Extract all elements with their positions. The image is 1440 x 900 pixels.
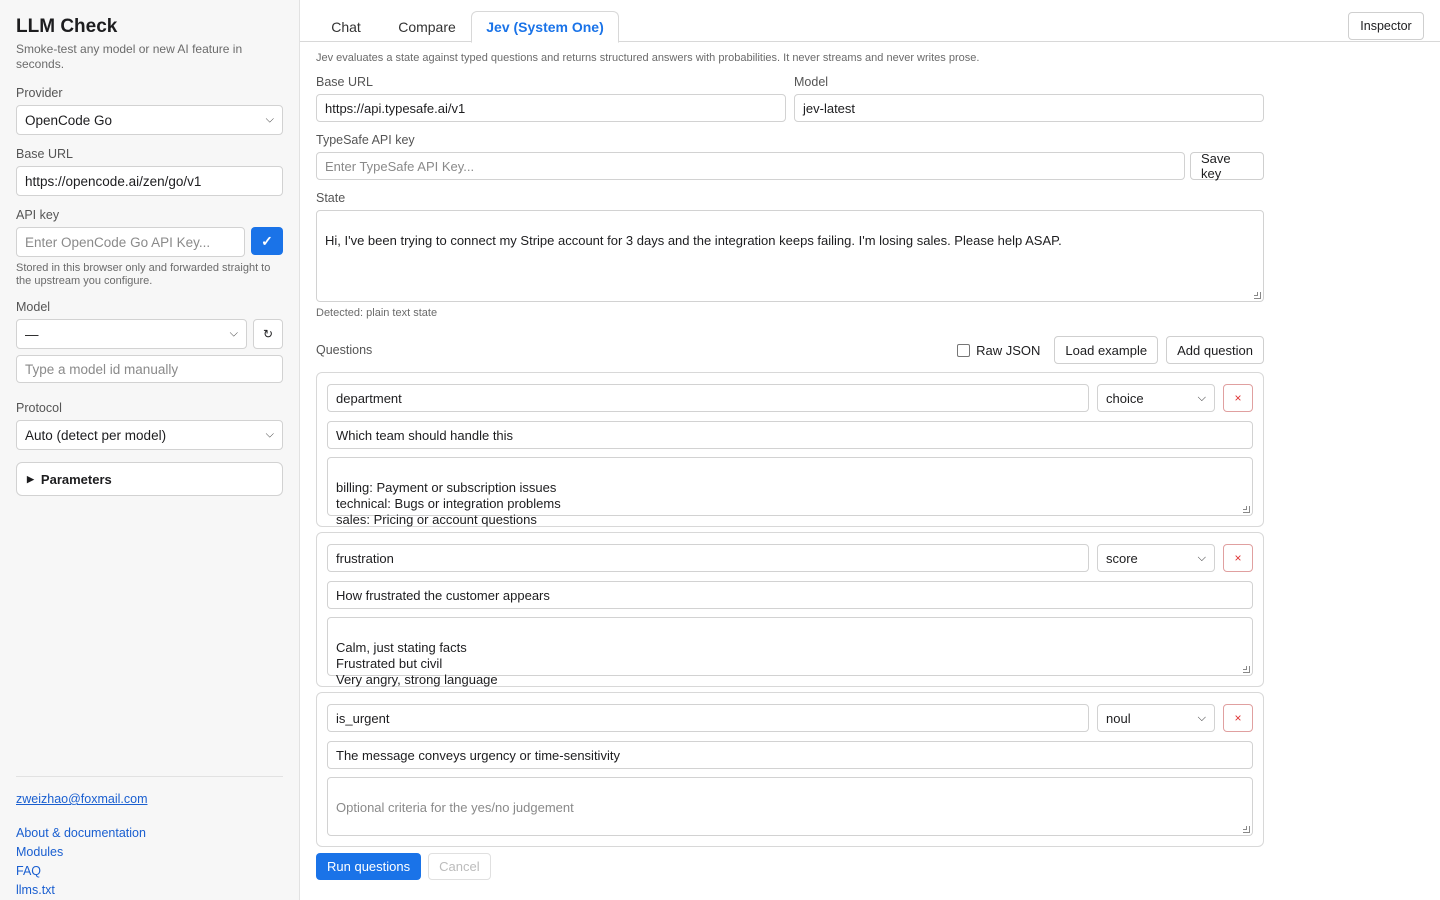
run-questions-button[interactable]: Run questions: [316, 853, 422, 880]
close-icon: ×: [1234, 391, 1242, 405]
base-url-label: Base URL: [16, 147, 73, 161]
chevron-down-icon: ⌵: [265, 113, 274, 126]
resize-handle-icon[interactable]: [1254, 292, 1261, 299]
protocol-value: Auto (detect per model): [25, 427, 167, 443]
tab-compare[interactable]: Compare: [380, 11, 474, 42]
questions-header: Questions Raw JSON Load example Add ques…: [316, 336, 1264, 364]
app-subtitle: Smoke-test any model or new AI feature i…: [16, 42, 243, 71]
tab-jev[interactable]: Jev (System One): [471, 11, 619, 43]
sidebar: LLM Check Smoke-test any model or new AI…: [0, 0, 300, 900]
chevron-down-icon: ⌵: [229, 327, 238, 340]
jev-base-url-label: Base URL: [316, 75, 373, 89]
question-detail-textarea[interactable]: Optional criteria for the yes/no judgeme…: [327, 777, 1253, 836]
question-key-input[interactable]: is_urgent: [327, 704, 1089, 732]
provider-select[interactable]: OpenCode Go ⌵: [16, 105, 283, 135]
modules-link[interactable]: Modules: [16, 845, 283, 860]
triangle-right-icon: ▶: [27, 473, 34, 484]
state-text: Hi, I've been trying to connect my Strip…: [325, 233, 1062, 248]
app-title: LLM Check: [16, 16, 118, 37]
question-type-value: score: [1106, 550, 1138, 566]
typesafe-key-input[interactable]: Enter TypeSafe API Key...: [316, 152, 1185, 180]
question-type-value: choice: [1106, 390, 1144, 406]
chevron-down-icon: ⌵: [1197, 711, 1206, 724]
state-label: State: [316, 191, 346, 205]
api-key-input[interactable]: Enter OpenCode Go API Key...: [16, 227, 245, 257]
provider-value: OpenCode Go: [25, 112, 113, 128]
api-key-confirm-button[interactable]: ✓: [251, 227, 283, 255]
question-prompt-input[interactable]: How frustrated the customer appears: [327, 581, 1253, 609]
delete-question-button[interactable]: ×: [1223, 704, 1253, 732]
question-key-input[interactable]: frustration: [327, 544, 1089, 572]
sidebar-footer: zweizhao@foxmail.com About & documentati…: [16, 776, 283, 900]
jev-panel: Jev evaluates a state against typed ques…: [316, 52, 1264, 880]
delete-question-button[interactable]: ×: [1223, 384, 1253, 412]
question-card: is_urgent noul ⌵ × The message conveys u…: [316, 692, 1264, 847]
jev-model-label: Model: [794, 75, 829, 89]
question-card: department choice ⌵ × Which team should …: [316, 372, 1264, 527]
protocol-label: Protocol: [16, 401, 62, 415]
jev-model-input[interactable]: jev-latest: [794, 94, 1264, 122]
protocol-select[interactable]: Auto (detect per model) ⌵: [16, 420, 283, 450]
cancel-button[interactable]: Cancel: [428, 853, 491, 880]
delete-question-button[interactable]: ×: [1223, 544, 1253, 572]
question-detail-text: billing: Payment or subscription issues …: [336, 480, 561, 527]
question-type-value: noul: [1106, 710, 1131, 726]
about-link[interactable]: About & documentation: [16, 826, 283, 841]
faq-link[interactable]: FAQ: [16, 864, 283, 879]
refresh-icon: ↻: [262, 327, 274, 341]
question-type-select[interactable]: score ⌵: [1097, 544, 1215, 572]
close-icon: ×: [1234, 711, 1242, 725]
state-detected: Detected: plain text state: [316, 307, 438, 319]
load-example-button[interactable]: Load example: [1054, 336, 1159, 364]
question-detail-text: Calm, just stating facts Frustrated but …: [336, 640, 498, 687]
chevron-down-icon: ⌵: [1197, 391, 1206, 404]
question-type-select[interactable]: noul ⌵: [1097, 704, 1215, 732]
chevron-down-icon: ⌵: [1197, 551, 1206, 564]
refresh-models-button[interactable]: ↻: [253, 319, 283, 349]
question-card: frustration score ⌵ × How frustrated the…: [316, 532, 1264, 687]
resize-handle-icon[interactable]: [1243, 506, 1250, 513]
resize-handle-icon[interactable]: [1243, 666, 1250, 673]
close-icon: ×: [1234, 551, 1242, 565]
question-prompt-input[interactable]: The message conveys urgency or time-sens…: [327, 741, 1253, 769]
typesafe-key-label: TypeSafe API key: [316, 133, 415, 147]
parameters-label: Parameters: [40, 471, 112, 487]
parameters-toggle[interactable]: ▶ Parameters: [16, 462, 283, 496]
contact-email-link[interactable]: zweizhao@foxmail.com: [16, 792, 283, 806]
checkmark-icon: ✓: [261, 232, 273, 249]
model-label: Model: [16, 300, 51, 314]
model-manual-input[interactable]: Type a model id manually: [16, 355, 283, 383]
state-textarea[interactable]: Hi, I've been trying to connect my Strip…: [316, 210, 1264, 302]
tab-chat[interactable]: Chat: [316, 11, 376, 42]
model-select[interactable]: — ⌵: [16, 319, 247, 349]
question-key-input[interactable]: department: [327, 384, 1089, 412]
api-key-label: API key: [16, 208, 60, 222]
tab-bar: Chat Compare Jev (System One) Inspector: [300, 0, 1440, 43]
llms-txt-link[interactable]: llms.txt: [16, 883, 283, 898]
inspector-button[interactable]: Inspector: [1348, 12, 1424, 40]
question-detail-textarea[interactable]: Calm, just stating facts Frustrated but …: [327, 617, 1253, 687]
provider-label: Provider: [16, 86, 63, 100]
resize-handle-icon[interactable]: [1243, 826, 1250, 833]
question-detail-textarea[interactable]: billing: Payment or subscription issues …: [327, 457, 1253, 527]
api-key-hint: Stored in this browser only and forwarde…: [16, 262, 271, 287]
raw-json-label: Raw JSON: [976, 342, 1041, 358]
question-detail-placeholder: Optional criteria for the yes/no judgeme…: [336, 800, 574, 815]
base-url-input[interactable]: https://opencode.ai/zen/go/v1: [16, 166, 283, 196]
raw-json-checkbox[interactable]: [957, 343, 971, 357]
main-panel: Chat Compare Jev (System One) Inspector …: [300, 0, 1440, 900]
save-key-button[interactable]: Save key: [1190, 151, 1264, 181]
add-question-button[interactable]: Add question: [1166, 336, 1264, 364]
raw-json-toggle[interactable]: Raw JSON: [957, 343, 1040, 358]
jev-description: Jev evaluates a state against typed ques…: [316, 52, 980, 64]
model-value: —: [25, 326, 39, 342]
question-type-select[interactable]: choice ⌵: [1097, 384, 1215, 412]
questions-label: Questions: [316, 343, 373, 357]
chevron-down-icon: ⌵: [265, 428, 274, 441]
question-prompt-input[interactable]: Which team should handle this: [327, 421, 1253, 449]
jev-base-url-input[interactable]: https://api.typesafe.ai/v1: [316, 94, 786, 122]
